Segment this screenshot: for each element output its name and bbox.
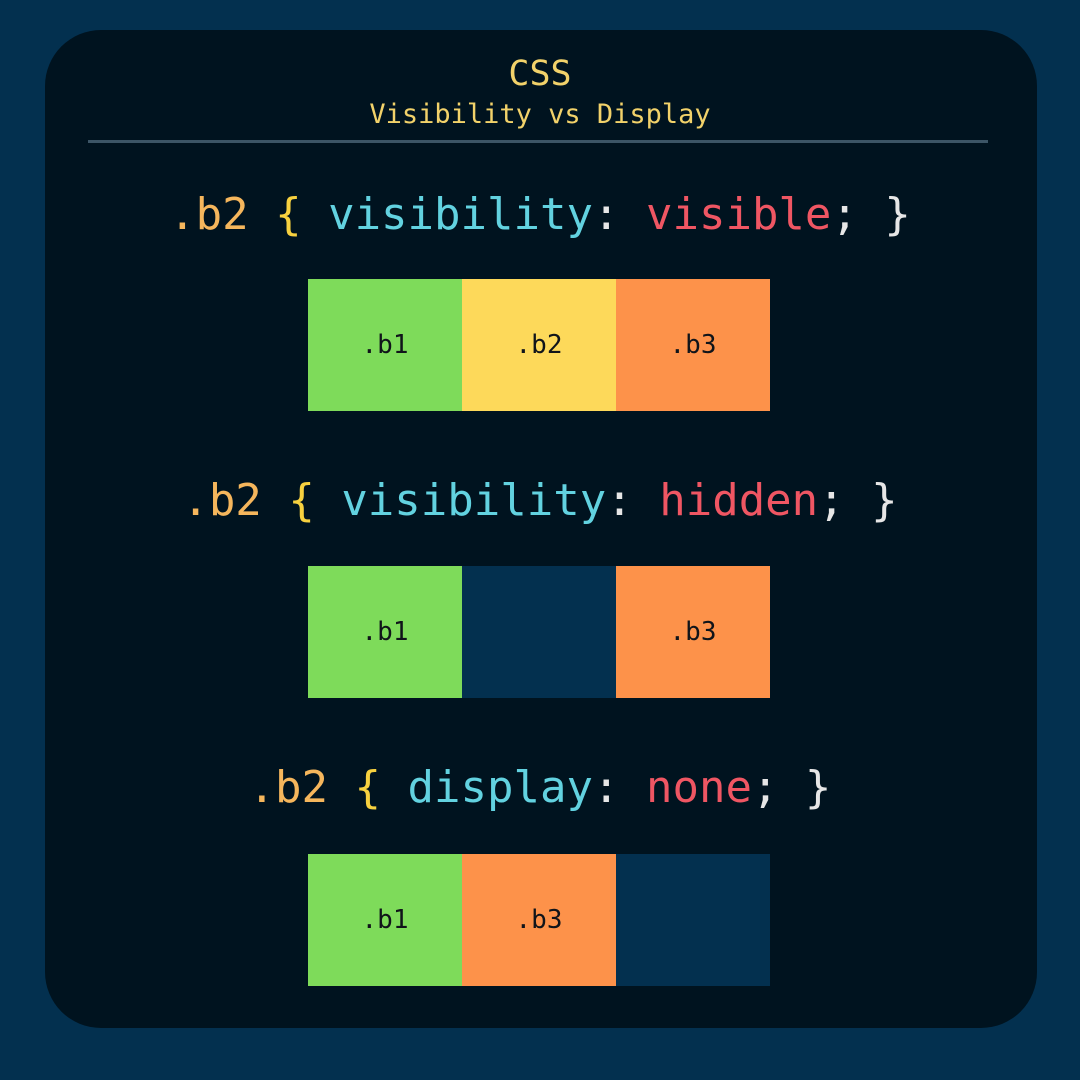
box-b3: .b3 (462, 854, 616, 986)
box-empty-space (616, 854, 770, 986)
css-value: none (645, 762, 752, 813)
css-rule-visibility-visible: .b2 { visibility: visible; } (0, 187, 1080, 243)
css-selector: .b2 (182, 475, 262, 526)
box-b2: .b2 (462, 279, 616, 411)
page-title: CSS (508, 54, 572, 94)
box-b1: .b1 (308, 566, 462, 698)
css-value: hidden (659, 475, 819, 526)
css-property: visibility (328, 189, 593, 240)
box-b1: .b1 (308, 279, 462, 411)
css-selector: .b2 (169, 189, 249, 240)
css-colon: : (606, 475, 633, 526)
box-b1: .b1 (308, 854, 462, 986)
css-open-brace: { (354, 762, 382, 813)
css-property: display (407, 762, 593, 813)
divider (88, 140, 988, 143)
css-semicolon-close: ; } (831, 189, 911, 240)
box-row-hidden: .b1 .b3 (308, 566, 770, 698)
box-b2-hidden-space (462, 566, 616, 698)
box-b3: .b3 (616, 279, 770, 411)
box-b3: .b3 (616, 566, 770, 698)
css-semicolon-close: ; } (818, 475, 898, 526)
box-row-visible: .b1 .b2 .b3 (308, 279, 770, 411)
box-row-display-none: .b1 .b3 (308, 854, 770, 986)
css-value: visible (645, 189, 832, 240)
css-property: visibility (341, 475, 607, 526)
css-open-brace: { (275, 189, 302, 240)
css-selector: .b2 (248, 762, 329, 813)
page-subtitle: Visibility vs Display (369, 99, 711, 130)
css-colon: : (592, 762, 620, 813)
css-rule-visibility-hidden: .b2 { visibility: hidden; } (0, 473, 1080, 529)
css-open-brace: { (288, 475, 315, 526)
css-semicolon-close: ; } (751, 762, 832, 813)
css-colon: : (592, 189, 620, 240)
css-rule-display-none: .b2 { display: none; } (0, 760, 1080, 816)
